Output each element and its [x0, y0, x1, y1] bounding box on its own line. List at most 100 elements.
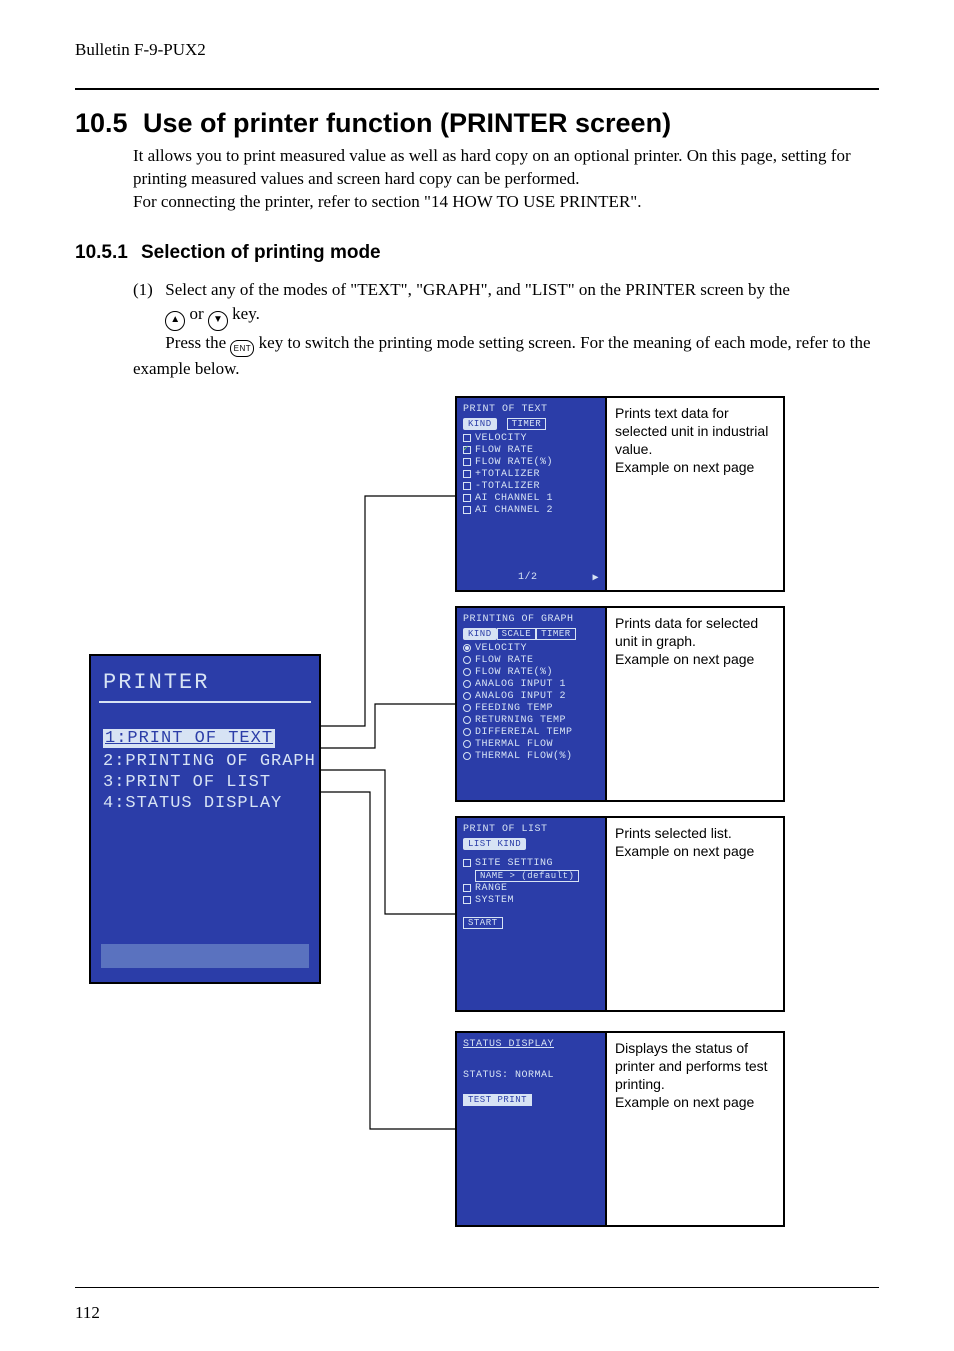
- bulletin-id: Bulletin F-9-PUX2: [75, 40, 879, 60]
- name-field[interactable]: NAME > (default): [475, 870, 579, 882]
- tab-timer[interactable]: TIMER: [507, 418, 547, 430]
- page-number: 112: [75, 1303, 100, 1323]
- intro-line-1: It allows you to print measured value as…: [133, 145, 879, 191]
- diagram-row-list: PRINT OF LIST LIST KIND SITE SETTING NAM…: [455, 816, 785, 1012]
- printer-menu-divider: [99, 701, 311, 703]
- radio-ai1[interactable]: [463, 680, 471, 688]
- printer-menu-bottom-bar: [101, 944, 309, 968]
- checkbox-site-setting[interactable]: [463, 859, 471, 867]
- checkbox-flow-rate-pct[interactable]: [463, 458, 471, 466]
- diagram-row-text: PRINT OF TEXT KIND TIMER VELOCITY FLOW R…: [455, 396, 785, 592]
- diagram-area: PRINTER 1:PRINT OF TEXT 2:PRINTING OF GR…: [75, 396, 879, 1266]
- diagram-row-status: STATUS DISPLAY STATUS: NORMAL TEST PRINT…: [455, 1031, 785, 1227]
- radio-label: RETURNING TEMP: [475, 715, 566, 726]
- print-of-list-screen: PRINT OF LIST LIST KIND SITE SETTING NAM…: [455, 816, 607, 1012]
- radio-label: FLOW RATE: [475, 655, 534, 666]
- start-button[interactable]: START: [463, 917, 503, 929]
- radio-feeding-temp[interactable]: [463, 704, 471, 712]
- desc-text: Prints text data for selected unit in in…: [607, 396, 785, 592]
- diagram-row-graph: PRINTING OF GRAPH KIND SCALE TIMER VELOC…: [455, 606, 785, 802]
- radio-ai2[interactable]: [463, 692, 471, 700]
- desc-status: Displays the status of printer and perfo…: [607, 1031, 785, 1227]
- checkbox-flow-rate[interactable]: [463, 446, 471, 454]
- checkbox-label: SITE SETTING: [475, 858, 553, 869]
- desc-graph: Prints data for selected unit in graph. …: [607, 606, 785, 802]
- desc-line: Example on next page: [615, 650, 775, 668]
- heading-number: 10.5: [75, 108, 133, 139]
- radio-velocity[interactable]: [463, 644, 471, 652]
- radio-label: DIFFEREIAL TEMP: [475, 727, 573, 738]
- desc-line: Prints data for selected unit in graph.: [615, 614, 775, 650]
- radio-diff-temp[interactable]: [463, 728, 471, 736]
- printer-menu-item-4[interactable]: 4:STATUS DISPLAY: [103, 794, 311, 813]
- printing-of-graph-screen: PRINTING OF GRAPH KIND SCALE TIMER VELOC…: [455, 606, 607, 802]
- radio-label: ANALOG INPUT 2: [475, 691, 566, 702]
- radio-label: VELOCITY: [475, 643, 527, 654]
- checkbox-minus-totalizer[interactable]: [463, 482, 471, 490]
- next-page-arrow-icon[interactable]: ▶: [592, 572, 599, 584]
- subheading-number: 10.5.1: [75, 242, 133, 264]
- screen-title-text: PRINT OF TEXT: [463, 404, 599, 415]
- tab-list-kind[interactable]: LIST KIND: [463, 838, 526, 850]
- radio-label: ANALOG INPUT 1: [475, 679, 566, 690]
- desc-line: Example on next page: [615, 458, 775, 476]
- screen-title-graph: PRINTING OF GRAPH: [463, 614, 599, 625]
- step-line-1a: Select any of the modes of "TEXT", "GRAP…: [165, 280, 790, 299]
- checkbox-label: +TOTALIZER: [475, 469, 540, 480]
- status-line: STATUS: NORMAL: [463, 1070, 599, 1081]
- print-of-text-screen: PRINT OF TEXT KIND TIMER VELOCITY FLOW R…: [455, 396, 607, 592]
- status-display-screen: STATUS DISPLAY STATUS: NORMAL TEST PRINT: [455, 1031, 607, 1227]
- up-key-icon: ▲: [165, 311, 185, 331]
- desc-line: Example on next page: [615, 842, 775, 860]
- radio-flow-rate[interactable]: [463, 656, 471, 664]
- step-line-1b: key.: [232, 304, 260, 323]
- test-print-button[interactable]: TEST PRINT: [463, 1094, 532, 1106]
- checkbox-plus-totalizer[interactable]: [463, 470, 471, 478]
- tab-timer-graph[interactable]: TIMER: [536, 628, 576, 640]
- radio-label: THERMAL FLOW(%): [475, 751, 573, 762]
- radio-returning-temp[interactable]: [463, 716, 471, 724]
- printer-menu-title: PRINTER: [103, 670, 311, 695]
- tab-scale[interactable]: SCALE: [497, 628, 537, 640]
- printer-menu-screen: PRINTER 1:PRINT OF TEXT 2:PRINTING OF GR…: [89, 654, 321, 984]
- ent-key-icon: ENT: [230, 340, 254, 357]
- tab-kind-graph[interactable]: KIND: [463, 628, 497, 640]
- checkbox-label: FLOW RATE(%): [475, 457, 553, 468]
- checkbox-range[interactable]: [463, 884, 471, 892]
- checkbox-label: SYSTEM: [475, 895, 514, 906]
- step-line-2a: Press the: [165, 333, 230, 352]
- step-number: (1): [133, 278, 161, 303]
- checkbox-label: AI CHANNEL 1: [475, 493, 553, 504]
- rule-top: [75, 88, 879, 90]
- tab-kind[interactable]: KIND: [463, 418, 497, 430]
- desc-line: Prints text data for selected unit in in…: [615, 404, 775, 459]
- desc-list: Prints selected list. Example on next pa…: [607, 816, 785, 1012]
- printer-menu-item-2[interactable]: 2:PRINTING OF GRAPH: [103, 752, 311, 771]
- checkbox-label: AI CHANNEL 2: [475, 505, 553, 516]
- checkbox-label: RANGE: [475, 883, 508, 894]
- heading-title: Use of printer function (PRINTER screen): [143, 108, 671, 139]
- radio-label: FEEDING TEMP: [475, 703, 553, 714]
- checkbox-label: VELOCITY: [475, 433, 527, 444]
- checkbox-label: FLOW RATE: [475, 445, 534, 456]
- printer-menu-item-1[interactable]: 1:PRINT OF TEXT: [103, 729, 275, 748]
- checkbox-velocity[interactable]: [463, 434, 471, 442]
- down-key-icon: ▼: [208, 311, 228, 331]
- printer-menu-item-3[interactable]: 3:PRINT OF LIST: [103, 773, 311, 792]
- page-indicator: 1/2: [518, 572, 538, 584]
- checkbox-label: -TOTALIZER: [475, 481, 540, 492]
- checkbox-ai-ch1[interactable]: [463, 494, 471, 502]
- desc-line: Displays the status of printer and perfo…: [615, 1039, 775, 1094]
- radio-flow-rate-pct[interactable]: [463, 668, 471, 676]
- or-word: or: [190, 304, 204, 323]
- checkbox-ai-ch2[interactable]: [463, 506, 471, 514]
- subheading-title: Selection of printing mode: [141, 242, 381, 264]
- radio-thermal-flow-pct[interactable]: [463, 752, 471, 760]
- radio-thermal-flow[interactable]: [463, 740, 471, 748]
- radio-label: FLOW RATE(%): [475, 667, 553, 678]
- radio-label: THERMAL FLOW: [475, 739, 553, 750]
- desc-line: Example on next page: [615, 1093, 775, 1111]
- rule-bottom: [75, 1287, 879, 1288]
- desc-line: Prints selected list.: [615, 824, 775, 842]
- checkbox-system[interactable]: [463, 896, 471, 904]
